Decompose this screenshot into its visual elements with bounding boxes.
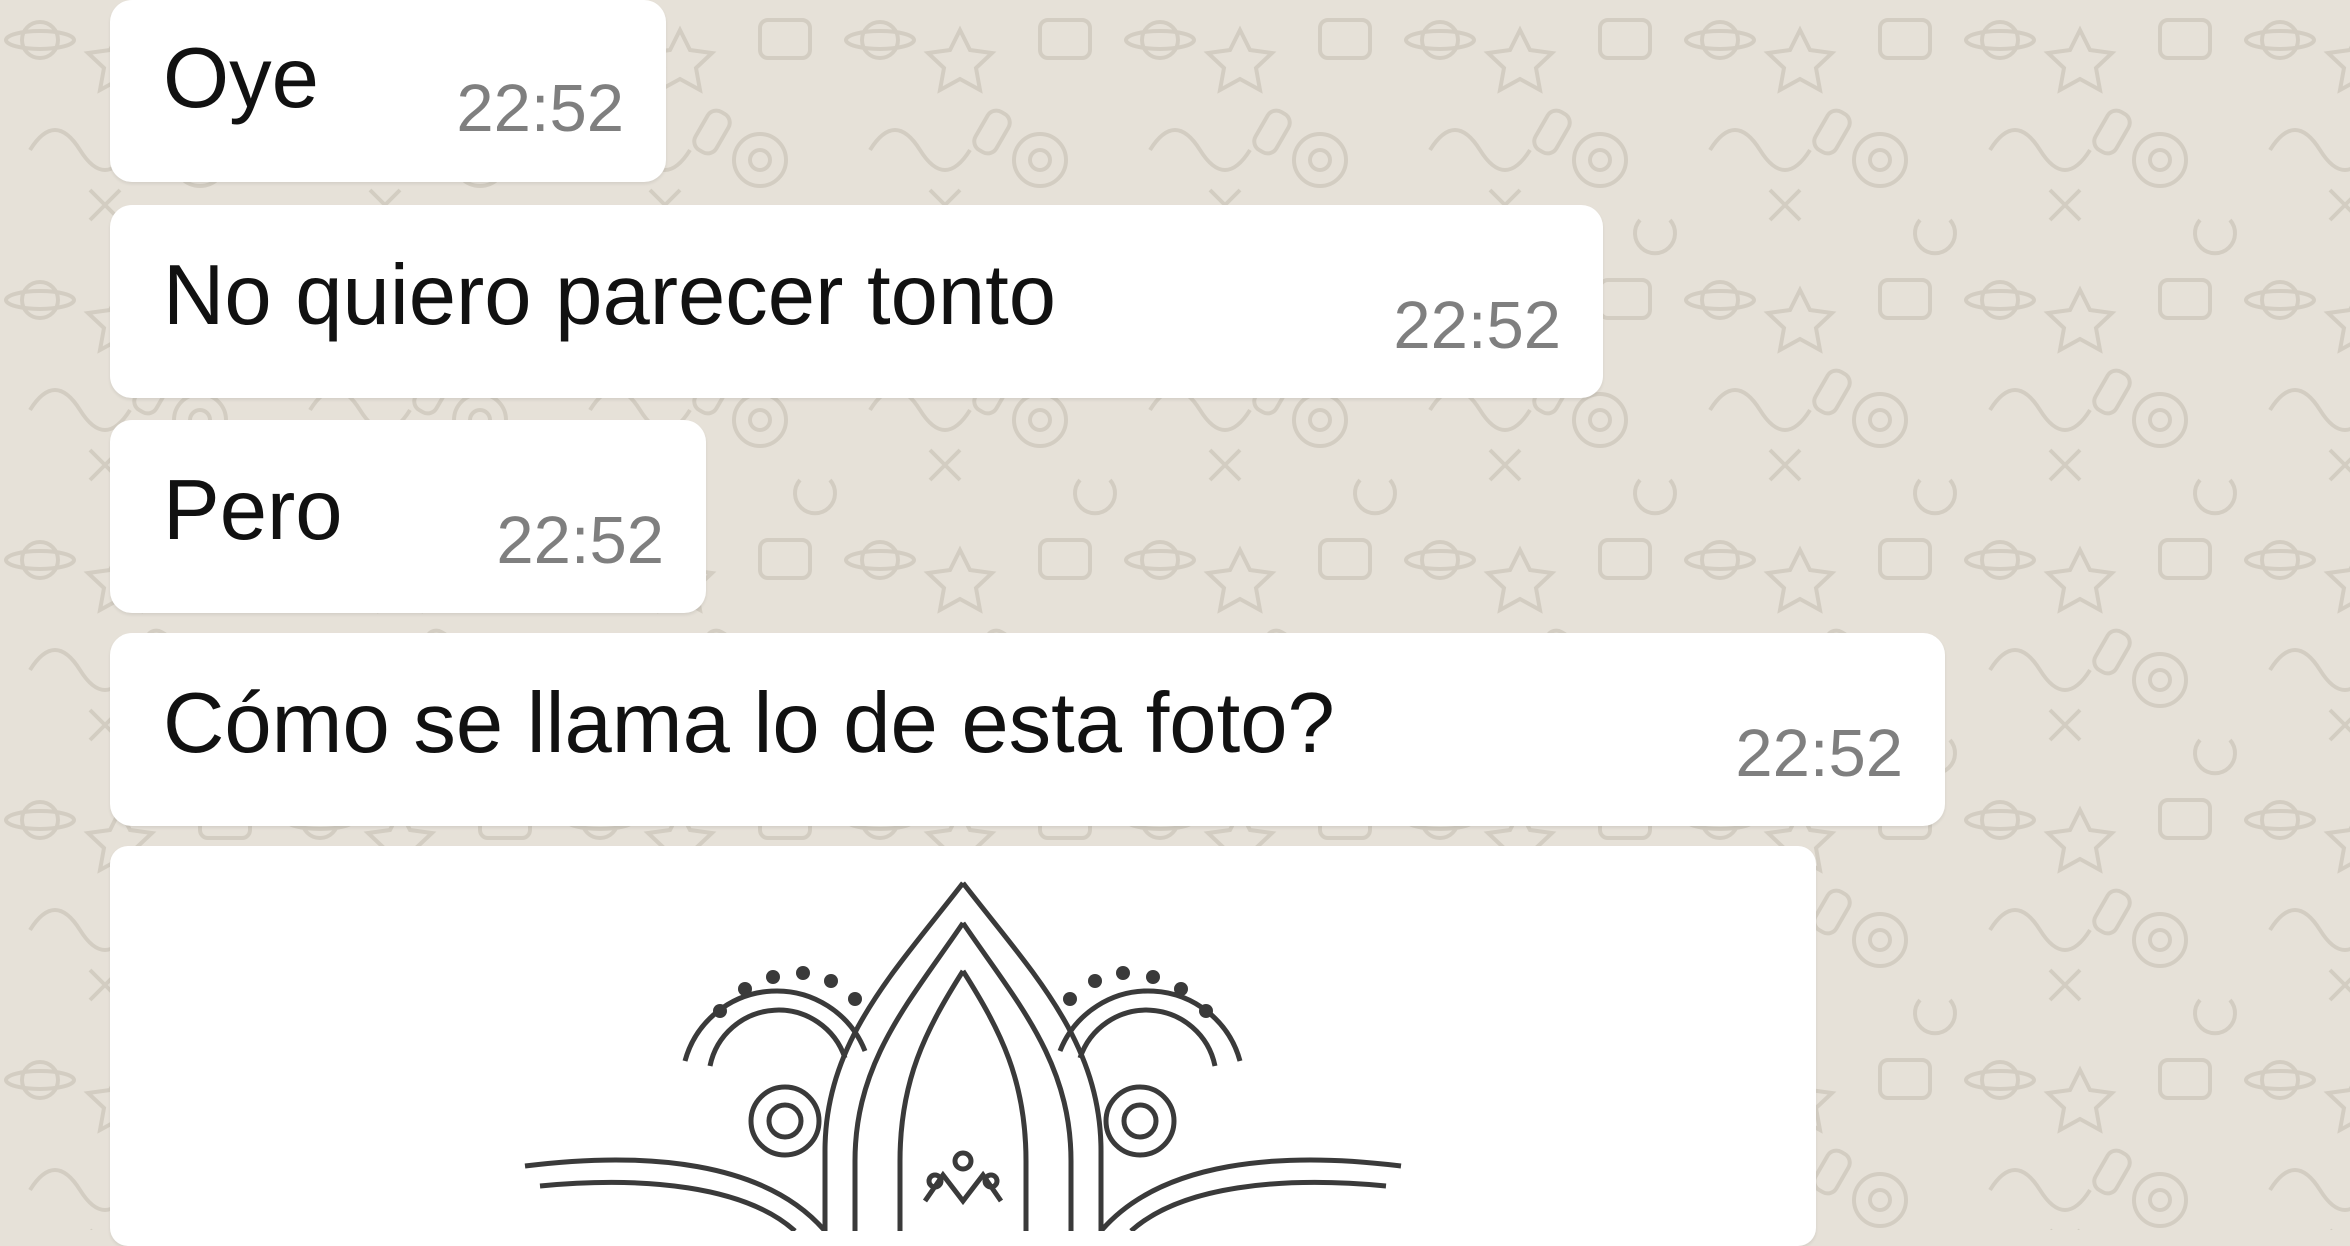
mandala-photo[interactable]	[125, 861, 1801, 1231]
incoming-message-bubble[interactable]: Pero 22:52	[110, 420, 706, 613]
incoming-message-bubble[interactable]: No quiero parecer tonto 22:52	[110, 205, 1603, 398]
mandala-lotus-drawing	[524, 881, 1402, 1231]
chat-message-list[interactable]: Oye 22:52 No quiero parecer tonto 22:52 …	[0, 0, 2350, 1246]
incoming-message-bubble[interactable]: Oye 22:52	[110, 0, 666, 182]
message-timestamp: 22:52	[456, 71, 624, 146]
message-text: Pero	[163, 463, 343, 558]
message-text: No quiero parecer tonto	[163, 248, 1057, 343]
incoming-message-bubble[interactable]: Cómo se llama lo de esta foto? 22:52	[110, 633, 1945, 826]
message-timestamp: 22:52	[496, 503, 664, 578]
message-timestamp: 22:52	[1735, 716, 1903, 791]
message-timestamp: 22:52	[1393, 288, 1561, 363]
incoming-image-message[interactable]	[110, 846, 1816, 1246]
message-text: Cómo se llama lo de esta foto?	[163, 676, 1335, 771]
message-text: Oye	[163, 31, 319, 126]
